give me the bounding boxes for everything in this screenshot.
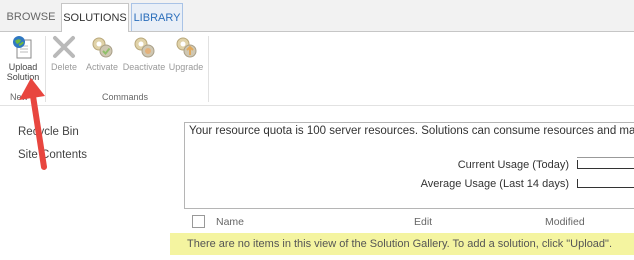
annotation-arrow-icon — [19, 78, 47, 170]
